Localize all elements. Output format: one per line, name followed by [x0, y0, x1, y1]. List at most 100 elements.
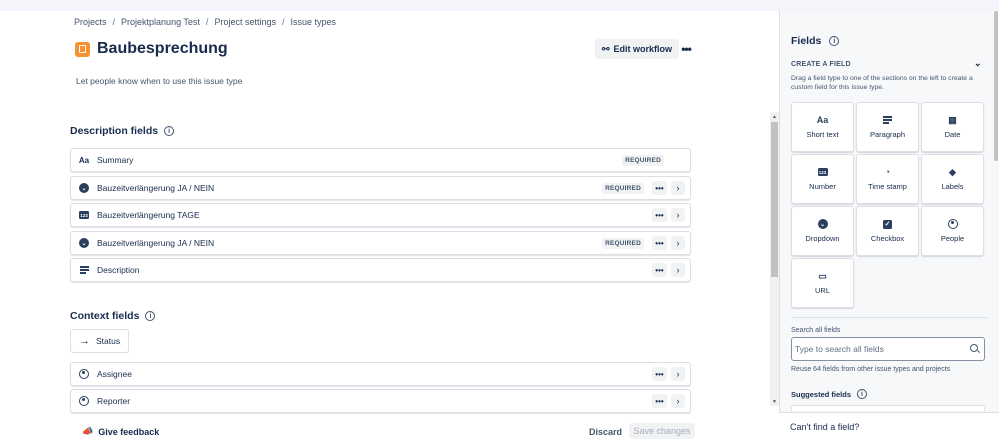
field-row-bauzeit-tage[interactable]: 123 Bauzeitverlängerung TAGE ••• › — [70, 203, 691, 227]
more-icon[interactable]: ••• — [652, 208, 667, 222]
field-row-bauzeit-dropdown[interactable]: ⌄ Bauzeitverlängerung JA / NEIN REQUIRED… — [70, 176, 691, 200]
tile-people[interactable]: People — [921, 206, 984, 256]
field-label: Description — [97, 265, 140, 275]
breadcrumb-separator: / — [281, 17, 285, 27]
field-label: Reporter — [97, 396, 131, 406]
page-title[interactable]: Baubesprechung — [97, 40, 228, 58]
person-icon — [79, 396, 89, 406]
tile-labels[interactable]: ◆ Labels — [921, 154, 984, 204]
chevron-right-icon[interactable]: › — [671, 236, 685, 250]
more-icon[interactable]: ••• — [652, 236, 667, 250]
chevron-right-icon[interactable]: › — [671, 394, 685, 408]
sidebar-scrollbar[interactable] — [994, 11, 999, 411]
breadcrumb-projects[interactable]: Projects — [74, 17, 107, 27]
chevron-right-icon[interactable]: › — [671, 263, 685, 277]
field-label: Bauzeitverlängerung TAGE — [97, 210, 200, 220]
tag-icon: ◆ — [949, 166, 956, 177]
field-row-reporter[interactable]: Reporter ••• › — [70, 389, 691, 413]
scrollbar-thumb[interactable] — [771, 122, 778, 277]
field-row-summary[interactable]: Aa Summary REQUIRED — [70, 148, 691, 172]
field-row-bauzeit-dropdown-2[interactable]: ⌄ Bauzeitverlängerung JA / NEIN REQUIRED… — [70, 231, 691, 255]
search-icon[interactable] — [970, 344, 978, 352]
tile-label: Checkbox — [870, 234, 905, 243]
section-title: Context fields — [70, 310, 140, 322]
info-icon[interactable]: i — [857, 389, 868, 399]
breadcrumb-project[interactable]: Projektplanung Test — [121, 17, 200, 27]
tile-label: Labels — [941, 182, 964, 191]
calendar-icon: ▦ — [948, 114, 957, 125]
tile-label: People — [940, 234, 965, 243]
tile-number[interactable]: 123 Number — [791, 154, 854, 204]
edit-workflow-button[interactable]: ⚯ Edit workflow — [595, 39, 680, 59]
info-icon[interactable]: i — [145, 311, 156, 321]
text-icon: Aa — [78, 155, 90, 165]
arrow-right-icon: → — [79, 335, 90, 347]
clock-icon: ◔ — [884, 167, 891, 177]
dropdown-icon: ⌄ — [79, 238, 89, 248]
tile-url[interactable]: ▭ URL — [791, 258, 854, 308]
tile-time-stamp[interactable]: ◔ Time stamp — [856, 154, 919, 204]
tile-paragraph[interactable]: Paragraph — [856, 102, 919, 152]
tile-checkbox[interactable]: ✓ Checkbox — [856, 206, 919, 256]
sidebar-title-text: Fields — [791, 35, 822, 47]
page-header: Baubesprechung — [75, 40, 228, 58]
cant-find-field-bar[interactable]: Can't find a field? — [779, 412, 999, 437]
tile-label: Dropdown — [805, 234, 840, 243]
link-icon: ▭ — [818, 270, 827, 281]
section-title: Description fields — [70, 125, 159, 137]
tile-short-text[interactable]: Aa Short text — [791, 102, 854, 152]
paragraph-icon — [883, 115, 892, 125]
description-fields-heading: Description fields i — [70, 125, 175, 137]
fields-sidebar: Fields i CREATE A FIELD ⌄ Drag a field t… — [779, 11, 999, 437]
required-badge: REQUIRED — [602, 182, 644, 194]
more-icon[interactable]: ••• — [652, 367, 667, 381]
field-label: Assignee — [97, 369, 132, 379]
more-icon[interactable]: ••• — [652, 263, 667, 277]
chevron-right-icon[interactable]: › — [671, 367, 685, 381]
status-field[interactable]: → Status — [70, 329, 129, 353]
give-feedback-button[interactable]: 📣 Give feedback — [82, 426, 159, 437]
divider — [791, 317, 987, 318]
issue-type-icon — [75, 41, 90, 57]
search-field-container[interactable] — [791, 337, 985, 361]
workflow-icon: ⚯ — [602, 43, 610, 54]
tile-label: Time stamp — [868, 182, 907, 191]
scroll-down-icon[interactable]: ▼ — [770, 397, 779, 406]
tile-date[interactable]: ▦ Date — [921, 102, 984, 152]
tile-label: Short text — [806, 130, 839, 139]
cant-find-field-link[interactable]: Can't find a field? — [790, 422, 859, 432]
scroll-up-icon[interactable]: ▲ — [770, 112, 779, 121]
more-actions-button[interactable]: ••• — [678, 40, 694, 58]
chevron-right-icon[interactable]: › — [671, 208, 685, 222]
issue-type-description[interactable]: Let people know when to use this issue t… — [76, 76, 242, 86]
breadcrumb: Projects / Projektplanung Test / Project… — [74, 17, 336, 27]
top-navigation-bar — [0, 0, 999, 11]
dropdown-icon: ⌄ — [79, 183, 89, 193]
chevron-right-icon[interactable]: › — [671, 181, 685, 195]
more-icon[interactable]: ••• — [652, 394, 667, 408]
chevron-down-icon[interactable]: ⌄ — [974, 58, 982, 69]
create-field-description: Drag a field type to one of the sections… — [791, 75, 973, 91]
more-icon[interactable]: ••• — [652, 181, 667, 195]
field-row-assignee[interactable]: Assignee ••• › — [70, 362, 691, 386]
discard-button[interactable]: Discard — [589, 427, 622, 437]
tile-dropdown[interactable]: ⌄ Dropdown — [791, 206, 854, 256]
main-scrollbar[interactable]: ▲ ▼ — [770, 112, 779, 406]
info-icon[interactable]: i — [164, 126, 175, 136]
sidebar-scrollbar-thumb[interactable] — [994, 11, 998, 161]
sidebar-title: Fields i — [791, 35, 840, 47]
edit-workflow-label: Edit workflow — [613, 44, 673, 54]
search-input[interactable] — [795, 344, 965, 354]
status-label: Status — [96, 336, 121, 346]
person-icon — [79, 369, 89, 379]
breadcrumb-issue-types[interactable]: Issue types — [290, 17, 336, 27]
breadcrumb-settings[interactable]: Project settings — [214, 17, 276, 27]
field-label: Bauzeitverlängerung JA / NEIN — [97, 238, 215, 248]
required-badge: REQUIRED — [602, 237, 644, 249]
field-row-description[interactable]: Description ••• › — [70, 258, 691, 282]
tile-label: URL — [814, 286, 830, 295]
info-icon[interactable]: i — [829, 36, 840, 46]
field-label: Bauzeitverlängerung JA / NEIN — [97, 183, 215, 193]
breadcrumb-separator: / — [112, 17, 116, 27]
give-feedback-label: Give feedback — [98, 426, 160, 437]
